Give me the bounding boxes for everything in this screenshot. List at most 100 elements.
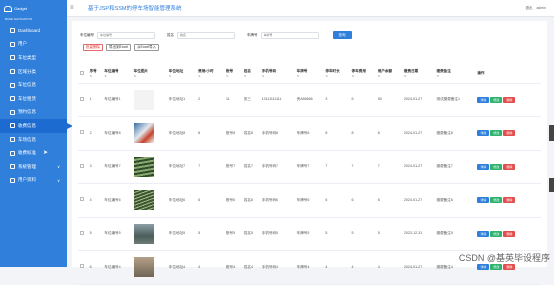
cell-bal: 7: [376, 150, 402, 184]
delete-button[interactable]: 删除: [503, 130, 515, 136]
cell-addr: 车位地址6: [167, 184, 196, 218]
delete-button[interactable]: 删除: [503, 264, 515, 270]
batch-delete-button[interactable]: 批量删除: [83, 44, 103, 51]
sidebar-item-9[interactable]: 收费标准: [0, 146, 67, 160]
sort-icon[interactable]: ⇅: [244, 74, 260, 78]
edit-button[interactable]: 修改: [490, 231, 502, 237]
sidebar-item-0[interactable]: Dashboard: [0, 24, 67, 38]
column-header[interactable]: 停车时长⇅: [323, 64, 349, 83]
sidebar-item-7[interactable]: 收费信息: [0, 119, 67, 133]
column-header-label: 缴费备注: [436, 69, 450, 73]
delete-button[interactable]: 删除: [503, 97, 515, 103]
search-plate-input[interactable]: [261, 32, 319, 39]
row-checkbox[interactable]: [80, 231, 84, 235]
cell-plate: 车牌号7: [295, 150, 324, 184]
cell-date: 2024-01-27: [402, 184, 435, 218]
column-header[interactable]: 姓名⇅: [242, 64, 260, 83]
column-header[interactable]: 操作: [475, 64, 541, 83]
sort-icon[interactable]: ⇅: [134, 74, 167, 78]
search-code-input[interactable]: [97, 32, 155, 39]
sidebar-item-4[interactable]: 车位信息: [0, 78, 67, 92]
column-header[interactable]: 车位图片⇅: [132, 64, 167, 83]
cell-name: 姓名5: [242, 217, 260, 251]
column-header[interactable]: 用户余额⇅: [376, 64, 402, 83]
edit-button[interactable]: 修改: [490, 130, 502, 136]
edit-button[interactable]: 修改: [490, 264, 502, 270]
table-row[interactable]: 3车位编号7车位地址77账号7姓名7手机号码7车牌号77772024-01-27…: [78, 150, 541, 184]
cell-cost: 6: [350, 184, 376, 218]
detail-button[interactable]: 详情: [477, 264, 489, 270]
sidebar-item-11[interactable]: 用户资料∨: [0, 174, 67, 188]
select-all-checkbox[interactable]: [80, 71, 84, 75]
side-handle-2[interactable]: [549, 178, 554, 192]
detail-button[interactable]: 详情: [477, 164, 489, 170]
edit-button[interactable]: 修改: [490, 164, 502, 170]
column-header[interactable]: 缴费备注⇅: [434, 64, 475, 83]
sort-icon[interactable]: ⇅: [436, 74, 475, 78]
import-button[interactable]: 从Excel导入: [134, 44, 159, 51]
row-checkbox[interactable]: [80, 164, 84, 168]
sidebar-item-8[interactable]: 车场信息: [0, 133, 67, 147]
column-header[interactable]: 费用/小时⇅: [196, 64, 224, 83]
parking-photo: [134, 257, 154, 277]
chevron-down-icon: ∨: [57, 164, 60, 169]
sidebar-item-5[interactable]: 车位租赁: [0, 92, 67, 106]
table-row[interactable]: 2车位编号8车位地址88账号8姓名8手机号码8车牌号88882024-01-27…: [78, 117, 541, 151]
sort-icon[interactable]: ⇅: [262, 74, 295, 78]
sidebar-item-2[interactable]: 车位类型: [0, 51, 67, 65]
detail-button[interactable]: 详情: [477, 231, 489, 237]
column-header[interactable]: 缴费日期⇅: [402, 64, 435, 83]
column-header[interactable]: 手机号码⇅: [260, 64, 295, 83]
sort-icon[interactable]: ⇅: [198, 74, 224, 78]
logout-link[interactable]: 退出: [525, 6, 532, 11]
delete-button[interactable]: 删除: [503, 231, 515, 237]
row-checkbox[interactable]: [80, 130, 84, 134]
username[interactable]: admin: [536, 6, 546, 10]
detail-button[interactable]: 详情: [477, 197, 489, 203]
sort-icon[interactable]: ⇅: [169, 74, 196, 78]
cell-hours: 8: [323, 117, 349, 151]
edit-button[interactable]: 修改: [490, 197, 502, 203]
table-row[interactable]: 5车位编号5车位地址55账号5姓名5手机号码5车牌号55552023-12-31…: [78, 217, 541, 251]
sort-icon[interactable]: ⇅: [226, 74, 242, 78]
column-header[interactable]: 车牌号⇅: [295, 64, 324, 83]
sort-icon[interactable]: ⇅: [325, 74, 349, 78]
delete-button[interactable]: 删除: [503, 164, 515, 170]
column-header[interactable]: 停车费用⇅: [350, 64, 376, 83]
export-button[interactable]: 导出到Excel: [106, 44, 131, 51]
table-row[interactable]: 1车位编号1车位地址1211张三13111111111贵A66666365020…: [78, 83, 541, 117]
sort-icon[interactable]: ⇅: [378, 74, 402, 78]
table-row[interactable]: 4车位编号6车位地址66账号6姓名6手机号码6车牌号66662024-01-27…: [78, 184, 541, 218]
cell-note: 缴费备注6: [434, 184, 475, 218]
sort-icon[interactable]: ⇅: [90, 74, 103, 78]
side-handle[interactable]: [549, 125, 554, 141]
sort-icon[interactable]: ⇅: [297, 74, 324, 78]
row-checkbox[interactable]: [80, 97, 84, 101]
column-header[interactable]: 账号⇅: [224, 64, 242, 83]
sidebar-item-3[interactable]: 区域分类: [0, 65, 67, 79]
cell-phone: 手机号码7: [260, 150, 295, 184]
delete-button[interactable]: 删除: [503, 197, 515, 203]
column-header[interactable]: 车位编号⇅: [102, 64, 131, 83]
edit-button[interactable]: 修改: [490, 97, 502, 103]
sort-icon[interactable]: ⇅: [352, 74, 376, 78]
column-header[interactable]: 车位地址⇅: [167, 64, 196, 83]
row-checkbox[interactable]: [80, 197, 84, 201]
sidebar-item-label: 区域分类: [18, 69, 36, 75]
row-checkbox[interactable]: [80, 264, 84, 268]
sidebar-item-6[interactable]: 预约信息: [0, 106, 67, 120]
menu-toggle-icon[interactable]: ≡: [70, 5, 76, 11]
detail-button[interactable]: 详情: [477, 130, 489, 136]
cell-fee: 5: [196, 217, 224, 251]
sort-icon[interactable]: ⇅: [104, 74, 131, 78]
sidebar-item-label: Dashboard: [18, 28, 40, 33]
cell-name: 姓名8: [242, 117, 260, 151]
search-button[interactable]: 查询: [333, 31, 352, 39]
column-header[interactable]: 序号⇅: [88, 64, 103, 83]
sidebar-menu: Dashboard 用户车位类型区域分类车位信息车位租赁预约信息收费信息车场信息收…: [0, 24, 67, 187]
sort-icon[interactable]: ⇅: [404, 74, 435, 78]
sidebar-item-1[interactable]: 用户: [0, 38, 67, 52]
detail-button[interactable]: 详情: [477, 97, 489, 103]
search-name-input[interactable]: [177, 32, 235, 39]
sidebar-item-10[interactable]: 系统管理∨: [0, 160, 67, 174]
